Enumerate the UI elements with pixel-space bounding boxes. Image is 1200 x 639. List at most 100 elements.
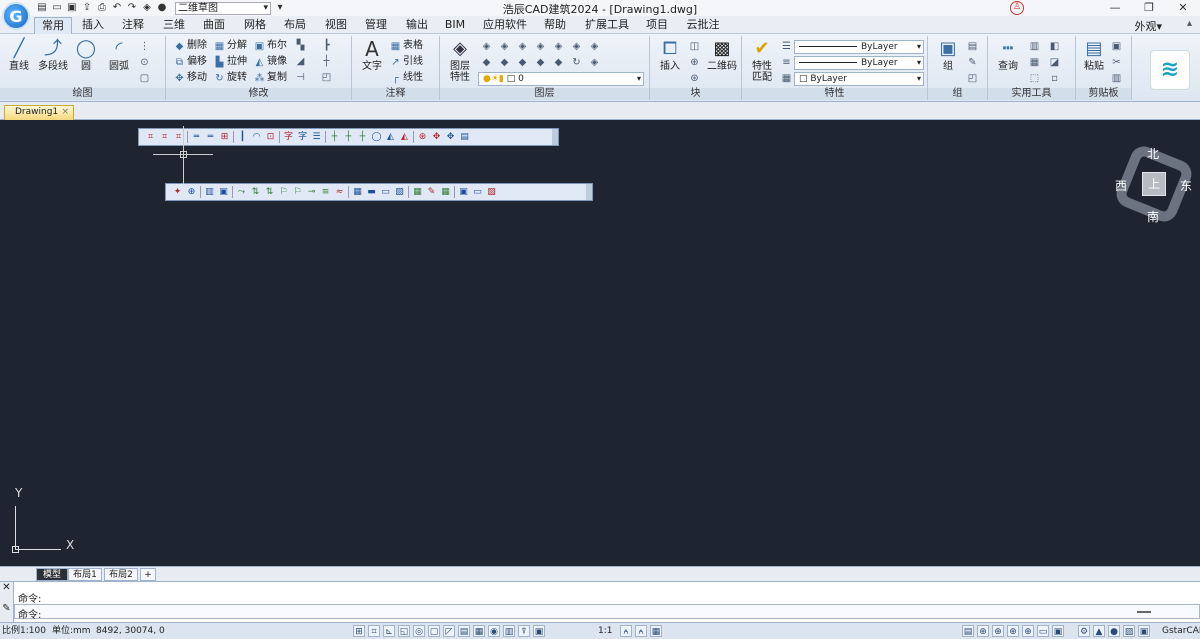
tab-mesh[interactable]: 网格 <box>238 17 272 34</box>
layer-tool-icon[interactable]: ◈ <box>534 40 547 53</box>
ellipse-icon[interactable]: ⊙ <box>138 56 151 69</box>
dyn-icon[interactable]: ▤ <box>458 625 470 637</box>
mirror-button[interactable]: ◭ 镜像 <box>254 55 287 69</box>
wrench-icon[interactable]: ✎ <box>0 603 13 614</box>
tool-icon[interactable]: ┼ <box>357 132 368 143</box>
command-input[interactable]: 命令: <box>14 604 1200 621</box>
tool-icon[interactable]: ⚐ <box>292 187 303 198</box>
am-icon[interactable]: ▣ <box>533 625 545 637</box>
copy-base-icon[interactable]: ▥ <box>1110 72 1123 85</box>
rectangle-icon[interactable]: ▢ <box>138 72 151 85</box>
tool-icon[interactable]: ▥ <box>204 187 215 198</box>
array-icon[interactable]: ▚ <box>294 39 307 52</box>
tab-surface[interactable]: 曲面 <box>197 17 231 34</box>
annotation-scale[interactable]: 1:1 <box>598 623 612 639</box>
tool-icon[interactable]: ▭ <box>380 187 391 198</box>
tool-icon[interactable]: ✦ <box>172 187 183 198</box>
copy-button[interactable]: ⁂ 复制 <box>254 71 288 85</box>
polyline-button[interactable]: ⤴ 多段线 <box>36 38 70 72</box>
otrack-icon[interactable]: ▢ <box>428 625 440 637</box>
align-icon[interactable]: ┣ <box>320 39 333 52</box>
tool-icon[interactable]: ⌗ <box>145 132 156 143</box>
plugin-logo-icon[interactable]: ≋ <box>1150 50 1190 90</box>
tab-manage[interactable]: 管理 <box>359 17 393 34</box>
compass-north[interactable]: 北 <box>1147 145 1159 162</box>
gear-icon[interactable]: ⚙ <box>1078 625 1090 637</box>
tab-home[interactable]: 常用 <box>34 17 72 34</box>
ortho-icon[interactable]: ⊾ <box>383 625 395 637</box>
layer-tool-icon[interactable]: ◈ <box>480 40 493 53</box>
offset-button[interactable]: ⧉ 偏移 <box>174 55 207 69</box>
tool-icon[interactable]: ◯ <box>371 132 382 143</box>
layer-tool-icon[interactable]: ◈ <box>588 56 601 69</box>
move-button[interactable]: ✥ 移动 <box>174 71 207 85</box>
layout-icon[interactable]: ▣ <box>1052 625 1064 637</box>
linear-dimension-button[interactable]: ┌ 线性 <box>390 71 423 85</box>
maximize-button[interactable]: ❐ <box>1132 0 1166 16</box>
stretch-button[interactable]: ▙ 拉伸 <box>214 55 247 69</box>
fullscreen-icon[interactable]: ▣ <box>1138 625 1150 637</box>
layers-icon[interactable]: ◈ <box>141 2 153 14</box>
undo-icon[interactable]: ↶ <box>111 2 123 14</box>
tool-icon[interactable]: ▣ <box>218 187 229 198</box>
boolean-button[interactable]: ▣ 布尔 <box>254 39 287 53</box>
floating-toolbar-1[interactable]: ⌗ ⌗ ⌗ ═ ═ ⊞ ┃ ◠ ⊡ 字字 ☰ ┼ ┼ ┼ ◯ ◭ ◭ ⊛ ✥ ✥ ▤ <box>138 128 559 146</box>
layer-tool-icon[interactable]: ◈ <box>552 40 565 53</box>
tab-3d[interactable]: 三维 <box>157 17 191 34</box>
compass-east[interactable]: 东 <box>1180 177 1192 194</box>
compass-west[interactable]: 西 <box>1115 177 1127 194</box>
tool-icon[interactable]: ◭ <box>399 132 410 143</box>
tool-icon[interactable]: ▣ <box>458 187 469 198</box>
explode-button[interactable]: ▦ 分解 <box>214 39 247 53</box>
tool-icon[interactable]: ┃ <box>237 132 248 143</box>
workspace-select[interactable]: 二维草图 <box>175 1 271 15</box>
tool-icon[interactable]: ⌗ <box>159 132 170 143</box>
layer-tool-icon[interactable]: ◆ <box>552 56 565 69</box>
tab-cloud-markup[interactable]: 云批注 <box>681 17 725 34</box>
tool-icon[interactable]: ▭ <box>472 187 483 198</box>
delete-button[interactable]: ◆ 删除 <box>174 39 207 53</box>
linetype-select[interactable]: ByLayer <box>794 40 924 54</box>
tool-icon[interactable]: ▦ <box>412 187 423 198</box>
isolate-icon[interactable]: ⊕ <box>992 625 1004 637</box>
scale-icon[interactable]: ◰ <box>320 71 333 84</box>
tool-icon[interactable]: ⚐ <box>278 187 289 198</box>
lineweight-select[interactable]: ByLayer <box>794 56 924 70</box>
redo-icon[interactable]: ↷ <box>126 2 138 14</box>
tab-layout1[interactable]: 布局1 <box>68 568 102 581</box>
clean-screen-icon[interactable]: ⊕ <box>1022 625 1034 637</box>
layer-tool-icon[interactable]: ↻ <box>570 56 583 69</box>
group-button[interactable]: ▣ 组 <box>932 38 964 72</box>
tab-view[interactable]: 视图 <box>319 17 353 34</box>
save-icon[interactable]: ▣ <box>66 2 78 14</box>
block-edit-icon[interactable]: ◫ <box>688 40 701 53</box>
tool-icon[interactable]: ☰ <box>311 132 322 143</box>
tool-icon[interactable]: ⊛ <box>417 132 428 143</box>
tool-icon[interactable]: ≈ <box>334 187 345 198</box>
user-icon[interactable]: ♙ <box>1010 1 1024 15</box>
rotate-button[interactable]: ↻ 旋转 <box>214 71 247 85</box>
tool-icon[interactable]: ⊞ <box>219 132 230 143</box>
layer-tool-icon[interactable]: ◈ <box>498 40 511 53</box>
fillet-icon[interactable]: ◢ <box>294 55 307 68</box>
tool-icon[interactable]: ⇅ <box>250 187 261 198</box>
bulb-icon[interactable]: ● <box>1108 625 1120 637</box>
lineweight-toggle-icon[interactable]: ▦ <box>473 625 485 637</box>
new-icon[interactable]: ▤ <box>36 2 48 14</box>
arc-button[interactable]: ◜ 圆弧 <box>103 38 135 72</box>
print-icon[interactable]: ⎙ <box>96 2 108 14</box>
tool-icon[interactable]: ◭ <box>385 132 396 143</box>
query-button[interactable]: ┅ 查询 <box>992 38 1024 72</box>
polar-icon[interactable]: ◱ <box>398 625 410 637</box>
tool-icon[interactable]: ✥ <box>445 132 456 143</box>
tool-icon[interactable]: ✎ <box>426 187 437 198</box>
document-tab-close-button[interactable]: × <box>61 106 69 119</box>
tool-icon[interactable]: ⤳ <box>236 187 247 198</box>
grid-icon[interactable]: ⌗ <box>368 625 380 637</box>
minimize-icon[interactable] <box>1137 611 1151 613</box>
hatch-icon[interactable]: ⋮ <box>138 40 151 53</box>
document-tab[interactable]: Drawing1 × <box>4 105 74 120</box>
tab-output[interactable]: 输出 <box>400 17 434 34</box>
group-select-icon[interactable]: ◰ <box>966 72 979 85</box>
tool-icon[interactable]: ▬ <box>366 187 377 198</box>
